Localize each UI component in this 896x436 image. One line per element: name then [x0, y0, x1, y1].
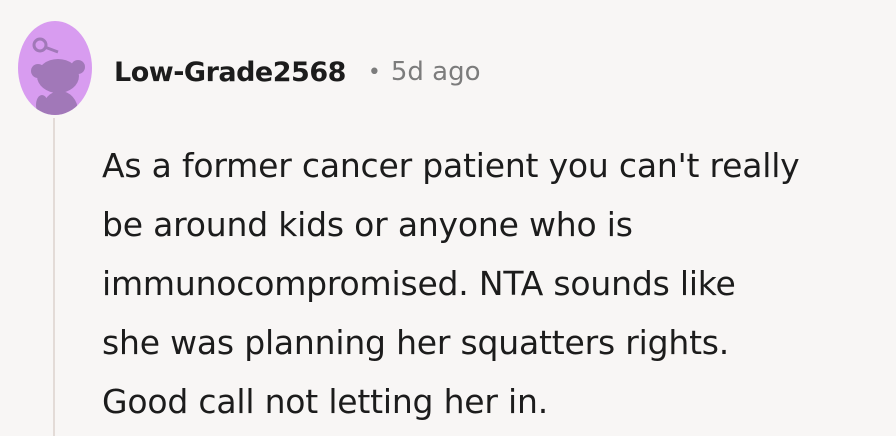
- meta-separator: •: [367, 59, 381, 85]
- comment-body-line: be around kids or anyone who is: [102, 205, 633, 244]
- comment-body: As a former cancer patient you can't rea…: [102, 136, 892, 431]
- snoo-avatar-icon: [18, 21, 92, 115]
- comment-body-line: As a former cancer patient you can't rea…: [102, 146, 800, 185]
- comment-header: Low-Grade2568 • 5d ago: [114, 52, 481, 92]
- comment-body-line: Good call not letting her in.: [102, 382, 549, 421]
- thread-line[interactable]: [53, 118, 55, 436]
- username-link[interactable]: Low-Grade2568: [114, 57, 346, 88]
- avatar[interactable]: [18, 21, 92, 115]
- comment-timestamp[interactable]: 5d ago: [391, 57, 481, 87]
- comment-body-line: she was planning her squatters rights.: [102, 323, 730, 362]
- comment: Low-Grade2568 • 5d ago As a former cance…: [0, 0, 896, 436]
- comment-body-line: immunocompromised. NTA sounds like: [102, 264, 736, 303]
